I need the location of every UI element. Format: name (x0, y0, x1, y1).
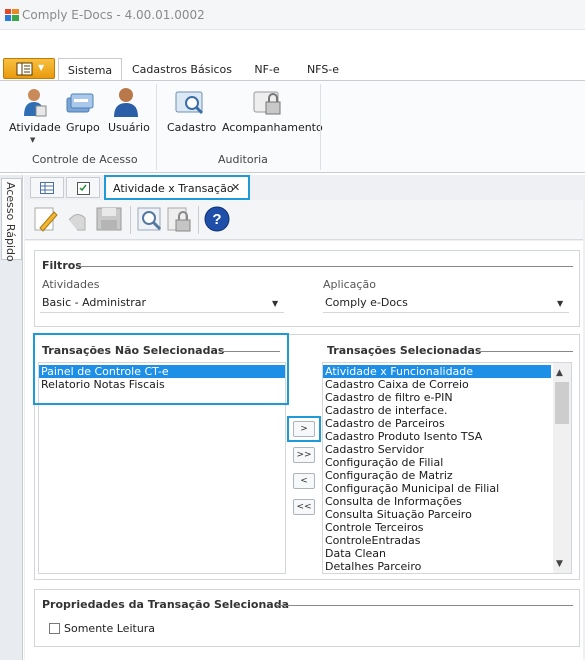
list-item[interactable]: Configuração de Filial (323, 456, 551, 469)
move-all-right-button[interactable]: >> (293, 447, 315, 463)
list-item[interactable]: Cadastro Produto Isento TSA (323, 430, 551, 443)
usuario-icon (110, 86, 142, 118)
list-item[interactable]: Cadastro de interface. (323, 404, 551, 417)
list-item[interactable]: Cadastro de Parceiros (323, 417, 551, 430)
tab-grid-view[interactable] (30, 177, 64, 198)
scrollbar-thumb[interactable] (555, 382, 569, 424)
cadastro-button[interactable]: Cadastro (167, 121, 216, 134)
list-item[interactable]: Cadastro Servidor (323, 443, 551, 456)
list-item[interactable]: Controle Terceiros (323, 521, 551, 534)
help-button[interactable]: ? (203, 204, 231, 234)
save-icon (96, 207, 122, 231)
readonly-label: Somente Leitura (64, 622, 156, 635)
tab-atividade-transacao[interactable]: Atividade x Transação ✕ (104, 175, 250, 200)
aplicacao-label: Aplicação (323, 278, 376, 291)
save-button[interactable] (95, 204, 123, 234)
list-item[interactable]: Configuração de Matriz (323, 469, 551, 482)
list-item[interactable]: Detalhes Parceiro (323, 560, 551, 573)
usuario-button[interactable]: Usuário (108, 121, 150, 134)
divider (220, 351, 280, 352)
filters-group (34, 250, 580, 327)
atividades-select[interactable]: Basic - Administrar ▼ (40, 293, 284, 313)
quick-access-label: Acesso Rápido (4, 182, 17, 262)
pencil-icon (34, 207, 58, 232)
list-item[interactable]: Atividade x Funcionalidade (323, 365, 551, 378)
menu-icon (16, 62, 33, 76)
list-item[interactable]: Painel de Controle CT-e (39, 365, 285, 378)
edit-button[interactable] (32, 204, 60, 234)
move-right-button[interactable]: > (293, 421, 315, 437)
lock-button[interactable] (166, 204, 194, 234)
svg-text:?: ? (212, 211, 221, 228)
window-title: Comply E-Docs - 4.00.01.0002 (22, 8, 205, 22)
atividades-label: Atividades (42, 278, 100, 291)
list-item[interactable]: Cadastro Caixa de Correio (323, 378, 551, 391)
chevron-down-icon: ▼ (272, 299, 279, 308)
toolbar-separator (198, 206, 199, 234)
search-button[interactable] (136, 204, 164, 234)
atividade-button[interactable]: Atividade (9, 121, 61, 134)
unselected-title: Transações Não Selecionadas (42, 344, 225, 357)
divider (276, 605, 573, 606)
search-icon (137, 207, 162, 231)
tab-checklist[interactable] (66, 177, 100, 198)
move-all-left-button[interactable]: << (293, 499, 315, 515)
list-item[interactable]: Relatorio Notas Fiscais (39, 378, 285, 391)
list-item[interactable]: Consulta Situação Parceiro (323, 508, 551, 521)
divider (478, 351, 573, 352)
tab-nfe[interactable]: NF-e (246, 60, 288, 79)
application-menu-button[interactable]: ▼ (3, 58, 55, 79)
checklist-icon (77, 182, 90, 195)
readonly-checkbox[interactable] (49, 623, 60, 634)
undo-button[interactable] (63, 204, 91, 234)
divider (80, 266, 573, 267)
list-item[interactable]: Data Clean (323, 547, 551, 560)
aplicacao-value: Comply e-Docs (325, 296, 408, 309)
lock-icon (167, 207, 191, 232)
chevron-down-icon: ▼ (38, 63, 45, 72)
undo-icon (68, 214, 86, 231)
grupo-button[interactable]: Grupo (66, 121, 100, 134)
move-left-button[interactable]: < (293, 473, 315, 489)
acompanhamento-button[interactable]: Acompanhamento (222, 121, 323, 134)
chevron-down-icon: ▼ (557, 299, 564, 308)
tab-sistema[interactable]: Sistema (58, 58, 122, 81)
help-icon: ? (204, 206, 230, 232)
close-icon[interactable]: ✕ (231, 181, 240, 194)
atividades-value: Basic - Administrar (42, 296, 147, 309)
aplicacao-select[interactable]: Comply e-Docs ▼ (323, 293, 569, 313)
acompanhamento-icon (252, 86, 284, 118)
grid-icon (40, 182, 54, 194)
ribbon-separator (156, 84, 157, 170)
scroll-up-icon[interactable]: ▲ (556, 368, 563, 378)
group-label-auditoria: Auditoria (218, 153, 268, 166)
scroll-down-icon[interactable]: ▼ (556, 559, 563, 569)
filters-title: Filtros (42, 259, 82, 272)
selected-title: Transações Selecionadas (327, 344, 482, 357)
toolbar-separator (130, 206, 131, 234)
tab-nfse[interactable]: NFS-e (300, 60, 346, 79)
atividade-icon (18, 86, 50, 118)
tab-cadastros-basicos[interactable]: Cadastros Básicos (132, 60, 232, 79)
tab-label: Atividade x Transação (113, 182, 234, 195)
properties-title: Propriedades da Transação Selecionada (42, 598, 289, 611)
list-item[interactable]: Cadastro de filtro e-PIN (323, 391, 551, 404)
cadastro-icon (174, 86, 206, 118)
list-item[interactable]: ControleEntradas (323, 534, 551, 547)
app-icon (5, 9, 19, 21)
list-item[interactable]: Configuração Municipal de Filial (323, 482, 551, 495)
list-item[interactable]: Consulta de Informações (323, 495, 551, 508)
grupo-icon (64, 86, 96, 118)
chevron-down-icon[interactable]: ▼ (30, 136, 35, 144)
group-label-controle-acesso: Controle de Acesso (32, 153, 138, 166)
ribbon-separator (320, 84, 321, 170)
